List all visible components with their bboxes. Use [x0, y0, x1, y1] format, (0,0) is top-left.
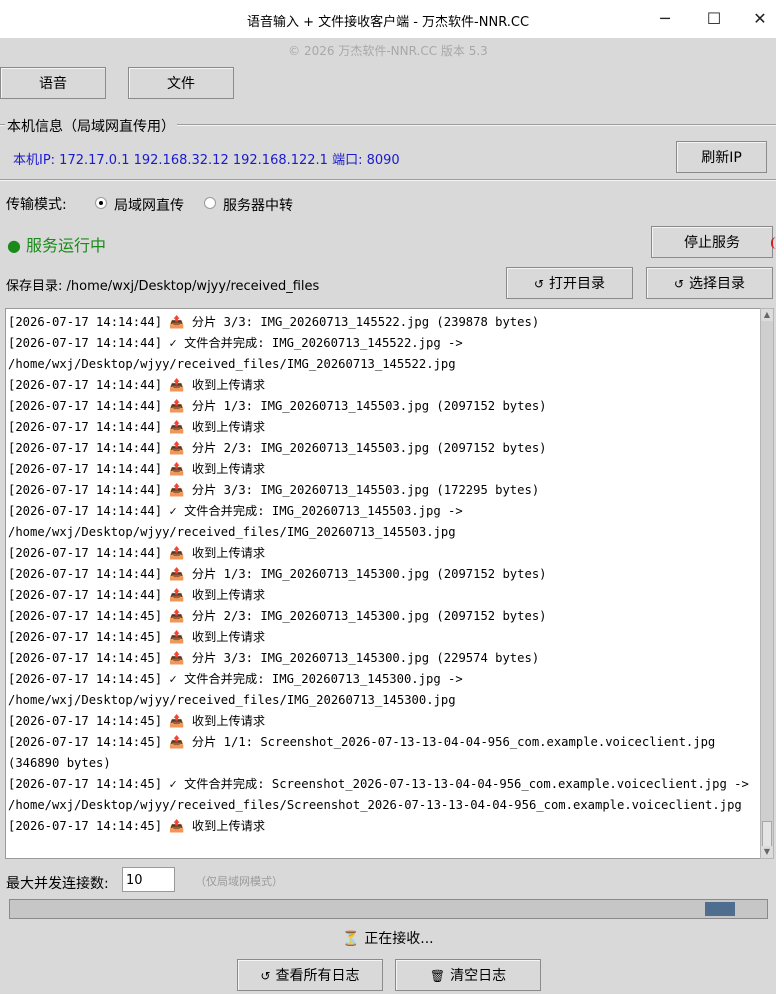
maximize-icon[interactable]: ☐	[697, 6, 731, 32]
clear-logs-label: 清空日志	[450, 968, 507, 984]
progress-fill	[705, 902, 735, 916]
clear-logs-button[interactable]: 🗑 清空日志	[395, 959, 541, 991]
scroll-up-icon[interactable]: ▲	[761, 309, 773, 321]
log-line: [2026-07-17 14:14:44] 📤 分片 1/3: IMG_2026…	[8, 567, 547, 581]
log-scrollbar[interactable]: ▲ ▼	[760, 308, 774, 859]
view-logs-icon: ↺	[260, 969, 271, 983]
title-bar: 语音输入 + 文件接收客户端 - 万杰软件-NNR.CC ─ ☐ ✕	[0, 0, 776, 38]
log-line: [2026-07-17 14:14:44] 📤 收到上传请求	[8, 420, 266, 434]
log-textarea[interactable]: [2026-07-17 14:14:44] 📤 分片 3/3: IMG_2026…	[5, 308, 761, 859]
radio-lan-direct-label[interactable]: 局域网直传	[114, 195, 184, 215]
save-dir-label: 保存目录: /home/wxj/Desktop/wjyy/received_fi…	[6, 279, 320, 294]
radio-lan-direct[interactable]	[95, 197, 107, 209]
log-lines: [2026-07-17 14:14:44] 📤 分片 3/3: IMG_2026…	[8, 312, 749, 837]
choose-folder-icon: ↺	[673, 277, 685, 291]
receive-progress-bar	[9, 899, 768, 919]
log-line: [2026-07-17 14:14:44] 📤 收到上传请求	[8, 462, 266, 476]
log-line: [2026-07-17 14:14:45] 📤 收到上传请求	[8, 630, 266, 644]
refresh-ip-button[interactable]: 刷新IP	[676, 141, 767, 173]
log-line: /home/wxj/Desktop/wjyy/received_files/IM…	[8, 357, 456, 371]
log-line: [2026-07-17 14:14:45] ✓ 文件合并完成: Screensh…	[8, 777, 749, 791]
log-line: (346890 bytes)	[8, 756, 111, 770]
minimize-icon[interactable]: ─	[648, 6, 682, 32]
max-conn-input[interactable]: 10	[122, 867, 175, 892]
close-icon[interactable]: ✕	[743, 6, 776, 32]
log-line: [2026-07-17 14:14:44] 📤 分片 3/3: IMG_2026…	[8, 483, 540, 497]
log-line: [2026-07-17 14:14:45] 📤 收到上传请求	[8, 714, 266, 728]
log-line: /home/wxj/Desktop/wjyy/received_files/Sc…	[8, 798, 742, 812]
log-line: [2026-07-17 14:14:45] 📤 分片 2/3: IMG_2026…	[8, 609, 547, 623]
copyright-text: © 2026 万杰软件-NNR.CC 版本 5.3	[288, 44, 488, 58]
choose-dir-label: 选择目录	[689, 276, 746, 292]
group-border-bottom-highlight	[0, 180, 776, 181]
tab-voice[interactable]: 语音	[0, 67, 106, 99]
log-line: [2026-07-17 14:14:44] 📤 分片 1/3: IMG_2026…	[8, 399, 547, 413]
log-line: /home/wxj/Desktop/wjyy/received_files/IM…	[8, 525, 456, 539]
log-line: [2026-07-17 14:14:44] ✓ 文件合并完成: IMG_2026…	[8, 336, 463, 350]
service-status: ● 服务运行中	[7, 236, 107, 255]
log-line: [2026-07-17 14:14:44] 📤 收到上传请求	[8, 588, 266, 602]
view-all-logs-button[interactable]: ↺ 查看所有日志	[237, 959, 383, 991]
receiving-status: ⏳ 正在接收...	[342, 931, 434, 947]
max-conn-hint: （仅局域网模式）	[195, 875, 283, 888]
open-dir-button[interactable]: ↺ 打开目录	[506, 267, 633, 299]
view-all-logs-label: 查看所有日志	[275, 968, 360, 984]
log-line: [2026-07-17 14:14:44] ✓ 文件合并完成: IMG_2026…	[8, 504, 463, 518]
local-ip-info: 本机IP: 172.17.0.1 192.168.32.12 192.168.1…	[13, 153, 400, 168]
log-line: [2026-07-17 14:14:45] 📤 分片 3/3: IMG_2026…	[8, 651, 540, 665]
choose-dir-button[interactable]: ↺ 选择目录	[646, 267, 773, 299]
log-line: [2026-07-17 14:14:44] 📤 收到上传请求	[8, 378, 266, 392]
open-folder-icon: ↺	[533, 277, 545, 291]
log-line: [2026-07-17 14:14:45] ✓ 文件合并完成: IMG_2026…	[8, 672, 463, 686]
open-dir-label: 打开目录	[549, 276, 606, 292]
log-line: [2026-07-17 14:14:44] 📤 分片 3/3: IMG_2026…	[8, 315, 540, 329]
status-indicator-edge	[771, 237, 776, 249]
radio-selected-dot	[99, 201, 103, 205]
scroll-thumb[interactable]	[762, 821, 772, 847]
radio-server-relay[interactable]	[204, 197, 216, 209]
log-line: [2026-07-17 14:14:44] 📤 分片 2/3: IMG_2026…	[8, 441, 547, 455]
max-conn-label: 最大并发连接数:	[6, 876, 109, 892]
log-line: [2026-07-17 14:14:45] 📤 收到上传请求	[8, 819, 266, 833]
tab-file[interactable]: 文件	[128, 67, 234, 99]
scroll-down-icon[interactable]: ▼	[761, 846, 773, 858]
log-line: [2026-07-17 14:14:45] 📤 分片 1/1: Screensh…	[8, 735, 716, 749]
trash-icon: 🗑	[429, 969, 446, 983]
transfer-mode-label: 传输模式:	[6, 197, 67, 213]
radio-server-relay-label[interactable]: 服务器中转	[223, 195, 293, 215]
log-line: /home/wxj/Desktop/wjyy/received_files/IM…	[8, 693, 456, 707]
stop-service-button[interactable]: 停止服务	[651, 226, 773, 258]
local-info-group-label: 本机信息（局域网直传用）	[5, 116, 177, 136]
log-line: [2026-07-17 14:14:44] 📤 收到上传请求	[8, 546, 266, 560]
